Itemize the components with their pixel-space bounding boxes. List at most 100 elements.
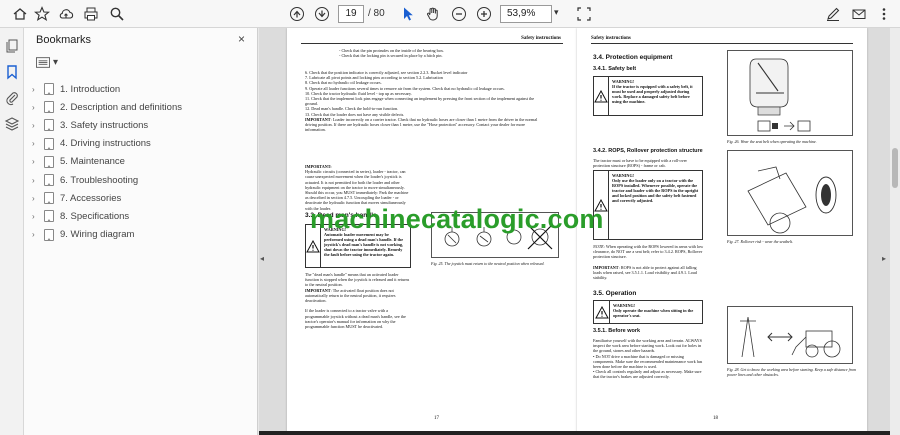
bookmark-icon[interactable] <box>4 64 20 80</box>
bookmark-label: 2. Description and definitions <box>60 101 182 113</box>
chevron-right-icon[interactable]: ▸ <box>882 254 886 263</box>
divider <box>301 43 563 44</box>
watermark: machinecatalogic.com <box>310 204 604 234</box>
chevron-right-icon[interactable]: › <box>32 103 42 112</box>
bookmarks-panel: Bookmarks × ▾ › 1. Introduction › 2. Descri… <box>24 28 258 435</box>
page-total: / 80 <box>368 8 385 19</box>
bookmark-label: 9. Wiring diagram <box>60 229 135 241</box>
print-icon[interactable] <box>81 4 101 24</box>
bookmark-item[interactable]: › 9. Wiring diagram <box>32 227 134 243</box>
page-number: 17 <box>434 416 439 421</box>
hand-icon[interactable] <box>423 4 443 24</box>
figure-working-area <box>727 306 853 364</box>
cursor-icon[interactable] <box>398 4 418 24</box>
divider <box>591 43 853 44</box>
fit-page-icon[interactable] <box>574 4 594 24</box>
bookmark-item[interactable]: › 7. Accessories <box>32 190 121 206</box>
text-block: - Check that the pin protrudes on the in… <box>339 48 445 59</box>
chevron-right-icon[interactable]: › <box>32 176 42 185</box>
chevron-right-icon[interactable]: › <box>32 121 42 130</box>
scrollbar-thumb[interactable] <box>892 148 898 188</box>
warning-box: WARNING! Only operate the machine when si… <box>593 300 703 324</box>
star-icon[interactable] <box>32 4 52 24</box>
warning-text: Automatic loader movement may be perform… <box>324 232 404 257</box>
chevron-down-icon: ▾ <box>53 56 59 68</box>
arrow-up-icon[interactable] <box>287 4 307 24</box>
bookmark-label: 8. Specifications <box>60 210 130 222</box>
subsection-heading: 3.4.1. Safety belt <box>593 66 637 72</box>
home-icon[interactable] <box>10 4 30 24</box>
chevron-right-icon[interactable]: › <box>32 194 42 203</box>
zoom-level-input[interactable]: 53,9% <box>500 5 552 23</box>
arrow-down-icon[interactable] <box>312 4 332 24</box>
bookmark-icon <box>44 119 54 132</box>
text-block: The "dead man's handle" means that an ac… <box>305 272 410 330</box>
warning-text: Only operate the machine when sitting in… <box>613 308 694 318</box>
navigation-rail <box>0 28 24 435</box>
vertical-scrollbar[interactable] <box>890 28 900 435</box>
chevron-down-icon[interactable]: ▾ <box>554 7 559 18</box>
bookmark-item[interactable]: › 3. Safety instructions <box>32 117 148 133</box>
bookmark-label: 6. Troubleshooting <box>60 174 139 186</box>
bookmark-item[interactable]: › 4. Driving instructions <box>32 136 151 152</box>
bookmark-label: 3. Safety instructions <box>60 119 149 131</box>
bookmark-icon <box>44 192 54 205</box>
bookmark-label: 1. Introduction <box>60 83 121 95</box>
bookmark-icon <box>44 228 54 241</box>
warning-text: If the tractor is equipped with a safety… <box>612 84 693 104</box>
subsection-heading: 3.4.2. ROPS, Rollover protection structu… <box>593 148 703 154</box>
page-header: Safety instructions <box>591 36 631 41</box>
document-page-18: Safety instructions 3.4. Protection equi… <box>577 28 867 435</box>
section-heading: 3.4. Protection equipment <box>593 54 673 61</box>
toolbar: 19 / 80 53,9% ▾ <box>0 0 900 28</box>
text-block: The tractor must or have to be equipped … <box>593 158 687 169</box>
bookmark-label: 5. Maintenance <box>60 156 125 168</box>
email-icon[interactable] <box>849 4 869 24</box>
layers-icon[interactable] <box>4 116 20 132</box>
warning-icon <box>594 301 611 323</box>
page-header: Safety instructions <box>521 36 561 41</box>
chevron-right-icon[interactable]: › <box>32 139 42 148</box>
attachment-icon[interactable] <box>4 90 20 106</box>
chevron-right-icon[interactable]: › <box>32 230 42 239</box>
panel-title: Bookmarks <box>36 34 92 46</box>
chevron-right-icon[interactable]: › <box>32 85 42 94</box>
bookmark-item[interactable]: › 2. Description and definitions <box>32 99 182 115</box>
page-thumbnails-icon[interactable] <box>4 38 20 54</box>
figure-caption: Fig. 28. Get to know the working area be… <box>727 367 856 377</box>
bookmark-icon <box>44 83 54 95</box>
bookmark-options-button[interactable]: ▾ <box>36 54 68 70</box>
menu-icon[interactable] <box>874 4 894 24</box>
figure-caption: Fig. 27. Rollover risk - wear the seatbe… <box>727 239 793 244</box>
cloud-upload-icon[interactable] <box>56 4 76 24</box>
divider <box>259 431 890 435</box>
warning-box: WARNING! Only use the loader only on a tr… <box>593 170 703 240</box>
close-icon[interactable]: × <box>238 32 245 46</box>
page-number-input[interactable]: 19 <box>338 5 364 23</box>
bookmark-label: 4. Driving instructions <box>60 138 151 150</box>
figure-rollover <box>727 150 853 236</box>
bookmark-item[interactable]: › 6. Troubleshooting <box>32 172 138 188</box>
chevron-right-icon[interactable]: › <box>32 212 42 221</box>
bookmark-icon <box>44 174 54 186</box>
bookmark-icon <box>44 101 54 114</box>
chevron-right-icon[interactable]: › <box>32 157 42 166</box>
chevron-left-icon[interactable]: ◂ <box>260 254 264 263</box>
list-icon <box>36 56 50 68</box>
text-block: NOTE: When operating with the ROPS lower… <box>593 244 704 281</box>
warning-icon <box>594 77 609 115</box>
warning-text: Only use the loader only on a tractor wi… <box>612 178 699 203</box>
subsection-heading: 3.5.1. Before work <box>593 328 641 334</box>
bookmark-item[interactable]: › 5. Maintenance <box>32 154 125 170</box>
zoom-out-icon[interactable] <box>449 4 469 24</box>
zoom-in-icon[interactable] <box>474 4 494 24</box>
sign-icon[interactable] <box>823 4 843 24</box>
bookmark-icon <box>44 210 54 223</box>
figure-caption: Fig. 25. The joystick must return to the… <box>431 261 545 266</box>
bookmark-item[interactable]: › 1. Introduction <box>32 81 120 97</box>
search-icon[interactable] <box>107 4 127 24</box>
figure-caption: Fig. 26. Wear the seat belt when operati… <box>727 139 817 144</box>
bookmark-item[interactable]: › 8. Specifications <box>32 208 129 224</box>
bookmark-icon <box>44 137 54 150</box>
text-block: Familiarise yourself with the working ar… <box>593 338 703 380</box>
